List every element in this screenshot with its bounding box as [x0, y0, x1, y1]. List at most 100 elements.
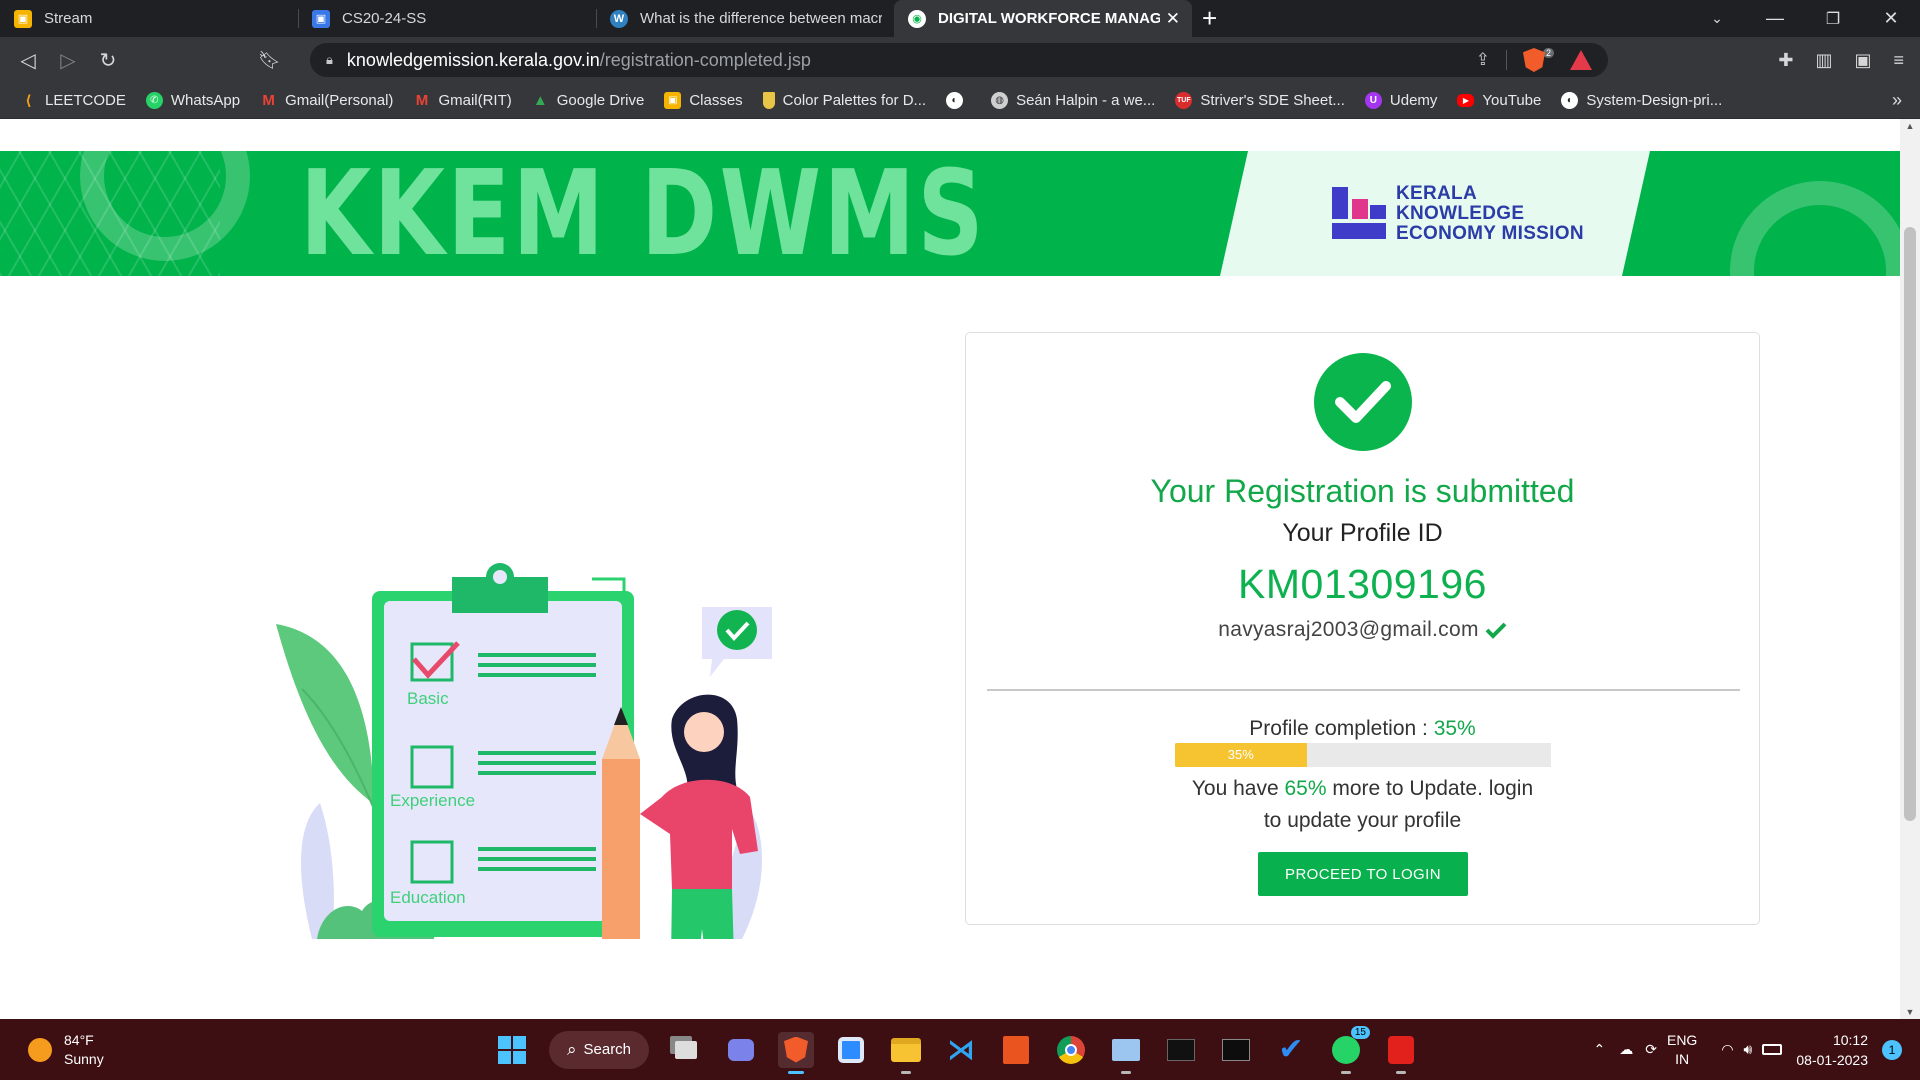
database-icon	[1222, 1038, 1250, 1061]
whatsapp-button[interactable]: 15	[1328, 1025, 1370, 1074]
terminal-button[interactable]	[1163, 1032, 1199, 1068]
sync-icon[interactable]: ⟳	[1645, 1041, 1657, 1058]
temperature: 84°F	[64, 1032, 94, 1048]
page-viewport: KKEM DWMS KERALA KNOWLEDGE ECONOMY MISSI…	[0, 119, 1900, 1019]
start-button[interactable]	[494, 1032, 530, 1068]
brave-shield-icon[interactable]	[1522, 48, 1545, 72]
bookmark-label: Google Drive	[556, 92, 645, 109]
kkem-brand-panel: KERALA KNOWLEDGE ECONOMY MISSION	[1220, 151, 1650, 276]
tab-stream[interactable]: ▣ Stream	[0, 0, 298, 37]
update-suffix: more to Update. login	[1332, 777, 1534, 800]
scroll-up-icon[interactable]: ▲	[1900, 121, 1920, 131]
more-bookmarks-icon[interactable]: »	[1892, 90, 1902, 111]
share-icon[interactable]: ⇪	[1476, 50, 1490, 70]
bookmark-youtube[interactable]: ▶ YouTube	[1457, 92, 1541, 109]
bookmark-strivers-sheet[interactable]: TUF Striver's SDE Sheet...	[1175, 92, 1345, 109]
restore-icon[interactable]: ❐	[1804, 9, 1862, 29]
whatsapp-badge: 15	[1350, 1025, 1370, 1039]
new-tab-button[interactable]: +	[1192, 0, 1227, 37]
bookmark-google-drive[interactable]: ▲ Google Drive	[532, 92, 645, 109]
gmail-icon: M	[415, 92, 429, 109]
hero-banner: KKEM DWMS KERALA KNOWLEDGE ECONOMY MISSI…	[0, 151, 1900, 276]
palette-icon	[762, 92, 775, 109]
volume-icon[interactable]: 🔊︎	[1744, 1041, 1753, 1058]
reload-icon[interactable]: ↻	[88, 48, 128, 73]
bookmark-gmail-personal[interactable]: M Gmail(Personal)	[260, 92, 393, 109]
sun-icon	[28, 1038, 52, 1062]
bookmark-label: Seán Halpin - a we...	[1016, 92, 1156, 109]
task-view-button[interactable]	[668, 1032, 704, 1068]
network-app-button[interactable]	[1108, 1032, 1144, 1074]
bookmark-color-palettes[interactable]: Color Palettes for D...	[762, 92, 927, 109]
bookmark-label: YouTube	[1482, 92, 1542, 109]
bookmarks-bar: ⟨ LEETCODE ✆ WhatsApp M Gmail(Personal) M Gm…	[0, 83, 1920, 119]
todo-button[interactable]: ✔	[1273, 1032, 1309, 1068]
monitor-icon	[1112, 1038, 1140, 1061]
back-icon[interactable]: ◁	[8, 48, 48, 73]
bookmark-icon[interactable]: 🔖︎	[258, 50, 288, 71]
github-icon: ◐	[946, 92, 964, 109]
bookmark-system-design[interactable]: ◐ System-Design-pri...	[1561, 92, 1722, 109]
url-bar[interactable]: 🔒︎ knowledgemission.kerala.gov.in/regist…	[310, 43, 1608, 77]
zoom-meeting-button[interactable]	[833, 1032, 869, 1068]
minimize-icon[interactable]: —	[1746, 8, 1804, 29]
bookmark-udemy[interactable]: U Udemy	[1364, 92, 1437, 109]
acrobat-button[interactable]	[1383, 1032, 1419, 1074]
url-host: knowledgemission.kerala.gov.in	[346, 49, 600, 70]
tab-search-icon[interactable]: ⌄	[1688, 10, 1746, 27]
brave-rewards-icon[interactable]	[1570, 50, 1592, 70]
windows-taskbar: 84°F Sunny ⌕ Search ⋊ ✔ 15 ⌃ ☁ ⟳ ENG IN	[0, 1019, 1920, 1080]
scrollbar-thumb[interactable]	[1904, 227, 1916, 821]
kkem-logo	[1332, 187, 1386, 241]
profile-id-label: Your Profile ID	[1282, 519, 1443, 547]
google-classroom-icon: ▣	[312, 9, 330, 28]
globe-icon: ◍	[991, 92, 1009, 109]
pants	[671, 889, 734, 939]
close-tab-icon[interactable]: ✕	[1166, 9, 1180, 29]
ubuntu-button[interactable]	[998, 1032, 1034, 1068]
window-controls: ⌄ — ❐ ✕	[1688, 0, 1920, 37]
taskbar-search-button[interactable]: ⌕ Search	[549, 1030, 649, 1069]
udemy-icon: U	[1364, 92, 1382, 109]
vscode-icon: ⋊	[947, 1034, 975, 1065]
menu-icon[interactable]: ≡	[1893, 50, 1904, 71]
lock-icon[interactable]: 🔒︎	[326, 52, 333, 68]
bookmark-label: Color Palettes for D...	[782, 92, 927, 109]
language-indicator[interactable]: ENG IN	[1667, 1031, 1697, 1069]
wifi-icon[interactable]: ◠	[1721, 1041, 1733, 1058]
proceed-to-login-button[interactable]: PROCEED TO LOGIN	[1258, 852, 1468, 896]
hero-title: KKEM DWMS	[300, 151, 987, 276]
todo-check-icon: ✔	[1278, 1033, 1304, 1066]
chevron-up-icon[interactable]: ⌃	[1594, 1041, 1606, 1058]
file-explorer-button[interactable]	[888, 1032, 924, 1074]
divider	[987, 689, 1740, 691]
teams-chat-button[interactable]	[723, 1032, 759, 1068]
notifications-badge[interactable]: 1	[1882, 1039, 1902, 1060]
bookmark-gmail-rit[interactable]: M Gmail(RIT)	[413, 92, 512, 109]
chrome-button[interactable]	[1053, 1032, 1089, 1068]
brave-browser-button[interactable]	[778, 1031, 814, 1074]
tab-cs20-24-ss[interactable]: ▣ CS20-24-SS	[298, 0, 596, 37]
extensions-icon[interactable]: ✚	[1778, 50, 1793, 71]
onedrive-icon[interactable]: ☁	[1619, 1041, 1633, 1058]
windows-icon	[498, 1035, 526, 1064]
weather-widget[interactable]: 84°F Sunny	[28, 1031, 104, 1069]
close-window-icon[interactable]: ✕	[1862, 8, 1920, 29]
battery-icon[interactable]	[1762, 1044, 1783, 1055]
bookmark-github[interactable]: ◐	[946, 92, 971, 109]
page-scrollbar[interactable]: ▲ ▼	[1900, 119, 1920, 1019]
bookmark-sean-halpin[interactable]: ◍ Seán Halpin - a we...	[991, 92, 1155, 109]
tab-macro-difference[interactable]: W What is the difference between macro	[596, 0, 894, 37]
bookmark-whatsapp[interactable]: ✆ WhatsApp	[145, 92, 240, 109]
bookmark-label: Gmail(Personal)	[285, 92, 394, 109]
scroll-down-icon[interactable]: ▼	[1900, 1007, 1920, 1017]
sidebar-icon[interactable]: ▥	[1815, 50, 1832, 71]
bookmark-classes[interactable]: ▣ Classes	[664, 92, 743, 109]
forward-icon[interactable]: ▷	[48, 48, 88, 73]
vscode-button[interactable]: ⋊	[943, 1032, 979, 1068]
clock[interactable]: 10:12 08-01-2023	[1796, 1030, 1868, 1070]
bookmark-leetcode[interactable]: ⟨ LEETCODE	[20, 92, 126, 109]
mysql-button[interactable]	[1218, 1032, 1254, 1068]
wallet-icon[interactable]: ▣	[1854, 50, 1871, 71]
tab-digital-workforce[interactable]: ◉ DIGITAL WORKFORCE MANAGEM ✕	[894, 0, 1192, 37]
